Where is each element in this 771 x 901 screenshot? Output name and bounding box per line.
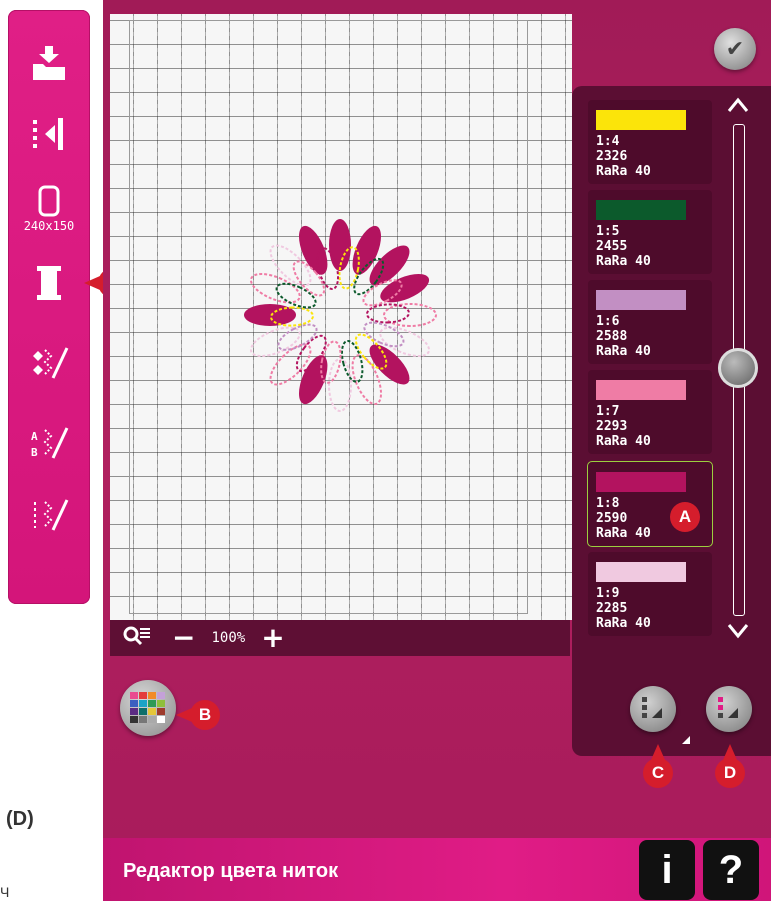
stitch-edit-icon [33, 347, 69, 379]
hoop-size-label: 240x150 [23, 219, 75, 233]
thread-code: 2285 [596, 601, 628, 616]
zoom-search-icon[interactable] [122, 625, 152, 651]
petal [320, 340, 342, 384]
left-toolbar: 240x150 AB [8, 10, 90, 604]
callout-a: A [670, 502, 700, 532]
svg-text:B: B [31, 446, 38, 459]
zoom-in-button[interactable]: + [261, 624, 284, 652]
move-color-block-button[interactable] [630, 686, 676, 732]
move-color-block-alt-button[interactable] [706, 686, 752, 732]
thread-code: 2326 [596, 149, 628, 164]
jump-to-start-icon [33, 118, 63, 150]
dropdown-corner-icon [682, 736, 690, 744]
thread-color-item[interactable]: 1:5 2455 RaRa 40 [588, 190, 712, 274]
thread-brand: RaRa 40 [596, 344, 651, 359]
callout-d-label: D [723, 763, 737, 782]
embroidery-design[interactable] [190, 170, 490, 460]
thread-index: 1:8 [596, 496, 620, 511]
screen-title: Редактор цвета ниток [123, 860, 339, 882]
thread-brand: RaRa 40 [596, 164, 651, 179]
thread-color-item[interactable]: 1:7 2293 RaRa 40 [588, 370, 712, 454]
zoom-bar: − 100% + [110, 620, 570, 656]
thread-brand: RaRa 40 [596, 434, 651, 449]
callout-d: D [715, 758, 745, 788]
svg-text:A: A [31, 430, 38, 443]
spool-icon [37, 266, 61, 300]
footer-bar: Редактор цвета ниток i ? [103, 838, 771, 901]
color-swatch [596, 472, 686, 492]
help-button[interactable]: ? [703, 840, 759, 900]
petal [298, 225, 328, 275]
callout-c: C [643, 758, 673, 788]
stitch-needle-button[interactable] [8, 490, 90, 540]
color-grid-icon [130, 692, 165, 723]
callout-a-label: A [678, 507, 692, 526]
thread-code: 2293 [596, 419, 628, 434]
thread-index: 1:4 [596, 134, 620, 149]
zoom-value: 100% [211, 630, 246, 646]
callout-b-label: B [198, 705, 212, 724]
color-swatch [596, 110, 686, 130]
checkmark-icon: ✔ [725, 36, 745, 62]
thread-color-item[interactable]: 1:9 2285 RaRa 40 [588, 552, 712, 636]
jump-to-start-button[interactable] [8, 108, 90, 158]
thread-color-item[interactable]: 1:4 2326 RaRa 40 [588, 100, 712, 184]
callout-c-label: C [651, 763, 665, 782]
thread-brand: RaRa 40 [596, 526, 651, 541]
thread-index: 1:5 [596, 224, 620, 239]
thread-code: 2588 [596, 329, 628, 344]
thread-index: 1:9 [596, 586, 620, 601]
thread-code: 2590 [596, 511, 628, 526]
confirm-button[interactable]: ✔ [714, 28, 756, 70]
hoop-icon [38, 185, 60, 217]
thread-color-button[interactable] [8, 258, 90, 308]
thread-brand: RaRa 40 [596, 254, 651, 269]
stitch-edit-button[interactable] [8, 338, 90, 388]
caption-label-d: (D) [6, 808, 34, 830]
stitch-letters-icon: AB [31, 427, 69, 459]
info-button[interactable]: i [639, 840, 695, 900]
petal [244, 304, 296, 326]
zoom-out-button[interactable]: − [172, 624, 195, 652]
color-swatch [596, 380, 686, 400]
color-palette-button[interactable] [120, 680, 176, 736]
callout-23-pointer [84, 276, 100, 290]
callout-b-pointer [176, 708, 192, 722]
thread-color-item[interactable]: 1:6 2588 RaRa 40 [588, 280, 712, 364]
load-design-button[interactable] [8, 38, 90, 88]
caption-fragment: Ч [0, 884, 10, 900]
thread-index: 1:6 [596, 314, 620, 329]
callout-c-pointer [651, 744, 665, 760]
callout-b: B [190, 700, 220, 730]
color-swatch [596, 290, 686, 310]
select-colors-icon [642, 697, 662, 718]
petal [363, 321, 405, 348]
thread-code: 2455 [596, 239, 628, 254]
scroll-up-icon[interactable] [727, 94, 749, 118]
stitch-letters-button[interactable]: AB [8, 418, 90, 468]
load-design-icon [33, 46, 65, 80]
thread-index: 1:7 [596, 404, 620, 419]
scroll-handle[interactable] [718, 348, 758, 388]
color-swatch [596, 562, 686, 582]
callout-d-pointer [723, 744, 737, 760]
petal [298, 355, 328, 405]
hoop-button[interactable]: 240x150 [8, 178, 90, 240]
color-swatch [596, 200, 686, 220]
thread-brand: RaRa 40 [596, 616, 651, 631]
select-colors-pink-icon [718, 697, 738, 718]
stitch-needle-icon [34, 499, 69, 531]
petal [383, 303, 437, 327]
scroll-down-icon[interactable] [727, 620, 749, 644]
